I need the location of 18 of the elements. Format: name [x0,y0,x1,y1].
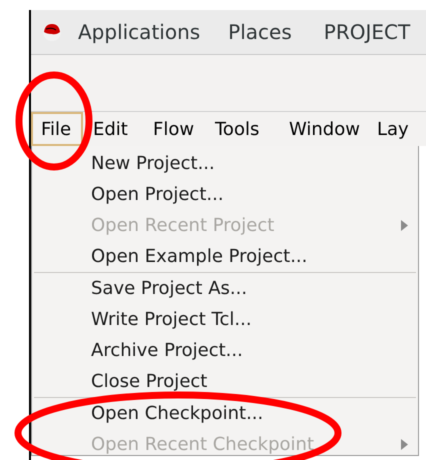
menu-title[interactable]: Flow [143,112,205,146]
hat-logo-icon[interactable] [42,22,62,42]
menu-item[interactable]: Open Checkpoint... [32,398,418,429]
panel-menu[interactable]: PROJECT [324,17,410,47]
menu-item[interactable]: Archive Project... [32,335,418,366]
menu-item[interactable]: New Project... [32,148,418,179]
menu-item[interactable]: Write Project Tcl... [32,304,418,335]
menu-item[interactable]: Close Project [32,366,418,397]
menu-title[interactable]: Window [279,112,367,146]
menu-item[interactable]: Save Project As... [32,273,418,304]
menu-item[interactable]: Open Example Project... [32,241,418,272]
menu-title[interactable]: Edit [83,112,143,146]
panel-menu[interactable]: Applications [78,17,200,47]
menu-title[interactable]: Lay [367,112,407,146]
menu-title[interactable]: File [31,112,83,146]
menu-title[interactable]: Tools [205,112,279,146]
menu-item[interactable]: Open Project... [32,179,418,210]
panel-menu[interactable]: Places [228,17,292,47]
